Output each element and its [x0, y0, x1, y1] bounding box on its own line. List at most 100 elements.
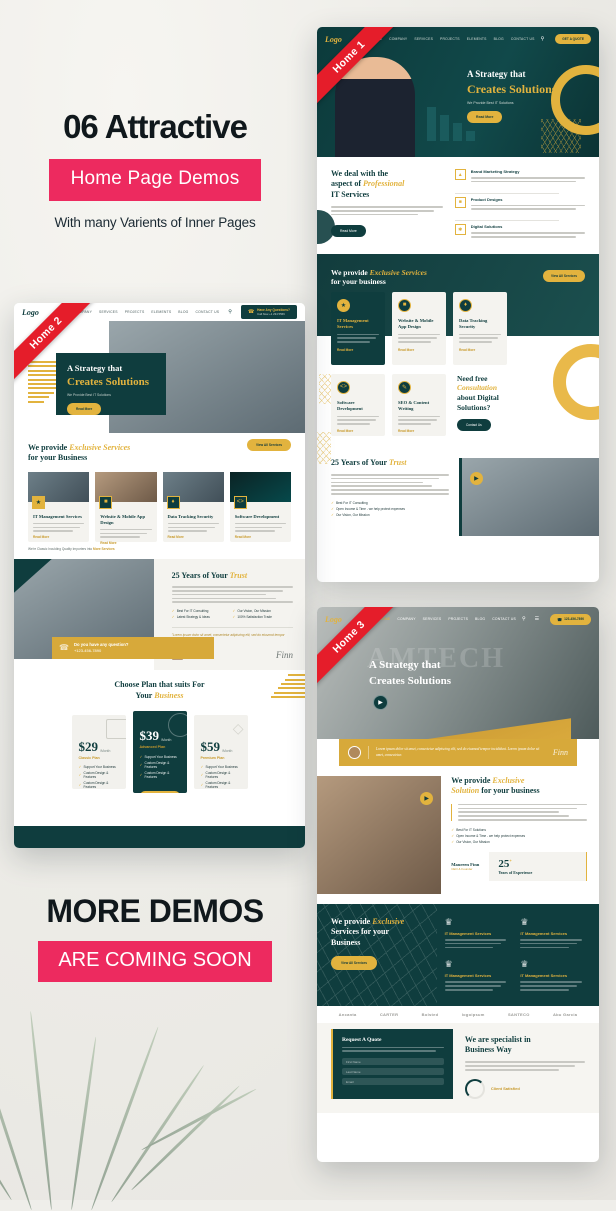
page-title: 06 Attractive	[63, 108, 248, 145]
demo-preview-home-2[interactable]: Home 2 Logo HOME COMPANY SERVICES PROJEC…	[14, 303, 305, 848]
nav-item-blog[interactable]: BLOG	[494, 37, 504, 41]
pricing-title-a: Choose Plan that suits For	[114, 680, 205, 690]
first-name-field[interactable]: First Name	[342, 1058, 444, 1066]
header-contact-block[interactable]: ☎ Have Any Questions? Call Now +1 234 55…	[240, 305, 297, 319]
last-name-field[interactable]: Last Name	[342, 1068, 444, 1076]
service-card[interactable]: ■ Website & Mobile App Design Read More	[95, 471, 157, 545]
cta-phone[interactable]: +123-456-7890	[74, 648, 128, 653]
demo-preview-home-1[interactable]: Home 1 Logo HOME COMPANY SERVICES PROJEC…	[317, 27, 599, 582]
nav-item-elements[interactable]: ELEMENTS	[151, 310, 171, 314]
plan-price: $59	[200, 738, 221, 754]
dark-service-item[interactable]: ♛ IT Management Services	[444, 917, 507, 950]
services-title-a: We provide	[331, 267, 370, 277]
search-icon[interactable]: ⚲	[228, 309, 232, 315]
nav-item-elements[interactable]: ELEMENTS	[467, 37, 487, 41]
service-card[interactable]: <> Software Development Read More	[229, 471, 291, 542]
shield-icon: ★	[337, 298, 350, 312]
trust-title-a: 25 Years of Your	[331, 457, 389, 467]
service-cards-row-2: <> Software Development Read More ✎ SEO …	[317, 336, 599, 450]
trust-tick: Best For IT Consulting	[172, 609, 233, 613]
logo[interactable]: Logo	[325, 615, 342, 624]
menu-icon[interactable]: ☰	[535, 616, 539, 622]
service-read-more[interactable]: Read More	[33, 535, 84, 539]
nav-item-services[interactable]: SERVICES	[99, 310, 118, 314]
footnote-link[interactable]: More Services	[93, 547, 115, 551]
client-logo: Ancanta	[338, 1011, 357, 1017]
service-read-more[interactable]: Read More	[168, 535, 219, 539]
view-all-services-button[interactable]: View All Services	[542, 269, 585, 282]
search-icon[interactable]: ⚲	[541, 36, 545, 42]
nav-item-projects[interactable]: PROJECTS	[440, 37, 460, 41]
quote-form-title: Request A Quote	[342, 1036, 382, 1043]
hero-read-more-button[interactable]: Read More	[467, 111, 503, 124]
nav-item-contact[interactable]: CONTACT US	[511, 37, 535, 41]
pricing-card[interactable]: ◇ $59 /Month Premium Plan Support Your B…	[193, 714, 248, 789]
call-button[interactable]: ☎ 123-456-7890	[550, 613, 591, 625]
nav-item-projects[interactable]: PROJECTS	[448, 617, 468, 621]
play-icon[interactable]: ▶	[373, 695, 388, 710]
solution-title-em2: Solution	[451, 786, 480, 796]
view-all-services-button[interactable]: View All Services	[246, 439, 291, 451]
about-read-more-button[interactable]: Read More	[331, 224, 366, 237]
services-footnote: We're Classic Inculding Quality Importer…	[28, 547, 291, 551]
nav-item-company[interactable]: COMPANY	[397, 617, 415, 621]
feature-title: Brand Marketing Strategy	[470, 169, 520, 174]
service-read-more[interactable]: Read More	[100, 541, 151, 545]
service-read-more[interactable]: Read More	[337, 429, 379, 433]
home2-footer	[14, 826, 305, 848]
logo[interactable]: Logo	[325, 35, 342, 44]
contact-us-button[interactable]: Contact Us	[457, 418, 491, 431]
nav-links[interactable]: HOME COMPANY SERVICES PROJECTS ELEMENTS …	[371, 37, 535, 41]
nav-item-blog[interactable]: BLOG	[178, 310, 188, 314]
gear-icon: ✱	[454, 224, 466, 236]
plan-name: Classic Plan	[78, 755, 100, 760]
get-quote-button[interactable]: GET A QUOTE	[555, 34, 591, 44]
phone-icon: ☎	[247, 309, 255, 315]
client-logo: Abu Garcia	[552, 1011, 578, 1017]
demo-preview-home-3[interactable]: Home 3 AMTECH Logo HOME COMPANY SERVICES…	[317, 607, 599, 1162]
solution-tick: Our Vision, Our Mission	[451, 840, 587, 844]
nav-item-contact[interactable]: CONTACT US	[196, 310, 220, 314]
search-icon[interactable]: ⚲	[522, 616, 526, 622]
consult-line3: Solutions?	[457, 402, 491, 412]
service-card[interactable]: ★ IT Management Services Read More	[28, 471, 90, 542]
box-icon: ■	[454, 196, 466, 208]
trust-video[interactable]: ▶	[458, 457, 599, 536]
service-read-more[interactable]: Read More	[235, 535, 286, 539]
hero-read-more-button[interactable]: Read More	[67, 403, 102, 416]
pricing-card[interactable]: $29 /Month Classic Plan Support Your Bus…	[71, 714, 126, 789]
service-card-title: Data Tracking Security	[459, 317, 488, 329]
dark-service-item[interactable]: ♛ IT Management Services	[444, 959, 507, 992]
nav-item-company[interactable]: COMPANY	[389, 37, 407, 41]
home2-trust-section: ☎ Do you have any question? +123-456-789…	[14, 558, 305, 671]
service-card[interactable]: ♦ Data Tracking Security Read More	[162, 471, 224, 542]
question-cta-bar[interactable]: ☎ Do you have any question? +123-456-789…	[52, 636, 214, 659]
nav-item-services[interactable]: SERVICES	[423, 617, 442, 621]
dark-service-item[interactable]: ♛ IT Management Services	[520, 959, 583, 992]
logo[interactable]: Logo	[22, 308, 39, 317]
dark-service-item[interactable]: ♛ IT Management Services	[520, 917, 583, 950]
nav-item-services[interactable]: SERVICES	[414, 37, 433, 41]
play-icon[interactable]: ▶	[469, 471, 483, 485]
purchase-now-button[interactable]: Purchase Now	[139, 790, 180, 793]
trust-image: ☎ Do you have any question? +123-456-789…	[14, 558, 214, 659]
more-demos-title: MORE DEMOS	[46, 893, 264, 929]
pricing-card-featured[interactable]: $39 /Month Advanced Plan Support Your Bu…	[132, 710, 187, 793]
monitor-icon	[105, 718, 126, 739]
services-title-b: for your business	[331, 277, 386, 287]
service-card[interactable]: <> Software Development Read More	[331, 373, 385, 436]
nav-item-contact[interactable]: CONTACT US	[492, 617, 516, 621]
email-field[interactable]: Email	[342, 1078, 444, 1086]
nav-item-projects[interactable]: PROJECTS	[125, 310, 145, 314]
nav-links[interactable]: HOME COMPANY SERVICES PROJECTS BLOG CONT…	[379, 617, 516, 621]
hero-subtitle: We Provide Best IT Solutions	[467, 101, 514, 106]
service-read-more[interactable]: Read More	[398, 429, 440, 433]
promo-subtitle: With many Varients of Inner Pages	[54, 215, 256, 230]
consult-line1: Need free	[457, 373, 488, 383]
service-card[interactable]: ✎ SEO & Content Writing Read More	[392, 373, 446, 436]
view-all-services-button[interactable]: View All Services	[331, 956, 378, 971]
request-quote-form[interactable]: Request A Quote First Name Last Name Ema…	[331, 1028, 453, 1099]
client-logo: SANTECO	[507, 1011, 530, 1017]
footnote-text: We're Classic Inculding Quality Importer…	[28, 546, 94, 551]
nav-item-blog[interactable]: BLOG	[475, 617, 485, 621]
